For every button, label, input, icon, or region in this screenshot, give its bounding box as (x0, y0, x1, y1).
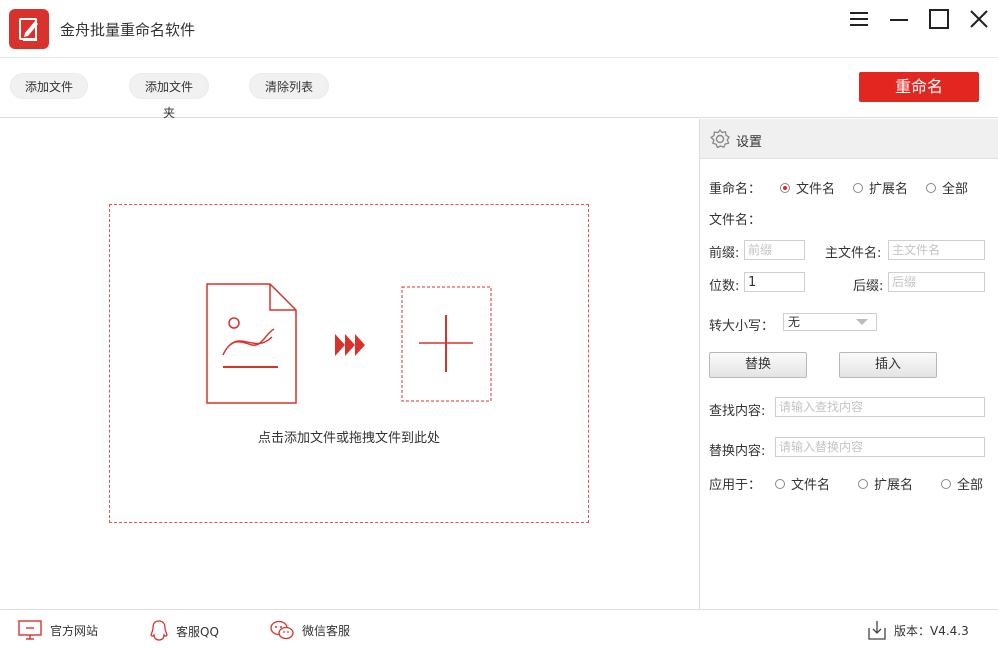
monitor-icon (18, 620, 42, 640)
apply-label: 应用于： (709, 478, 762, 493)
find-label: 查找内容: (709, 404, 766, 419)
insert-mode-button[interactable]: 插入 (839, 352, 937, 378)
filename-section-label: 文件名： (709, 213, 762, 228)
status-bar: 官方网站 客服QQ 微信客服 版本：V4.4.3 (0, 609, 998, 649)
radio-label: 全部 (957, 478, 984, 493)
radio-label: 文件名 (796, 182, 836, 197)
mainname-label: 主文件名: (825, 246, 882, 261)
close-icon[interactable] (967, 7, 991, 31)
qq-penguin-icon (150, 620, 168, 641)
prefix-label: 前缀: (709, 246, 740, 261)
apply-radio-extension[interactable]: 扩展名 (858, 474, 913, 493)
document-icon (206, 283, 297, 404)
case-label: 转大小写： (709, 319, 775, 334)
rename-button[interactable]: 重命名 (859, 72, 979, 102)
arrows-icon (335, 334, 365, 356)
website-link[interactable]: 官方网站 (18, 620, 98, 640)
wechat-link[interactable]: 微信客服 (270, 620, 350, 640)
wechat-icon (270, 620, 294, 640)
download-icon (868, 621, 886, 640)
find-input[interactable] (775, 397, 985, 417)
rename-radio-filename[interactable]: 文件名 (780, 178, 835, 197)
digits-input[interactable] (744, 272, 805, 292)
mainname-input[interactable] (888, 240, 985, 260)
settings-title: 设置 (736, 135, 763, 150)
toolbar: 添加文件 添加文件夹 清除列表 重命名 (0, 59, 998, 120)
file-list-area[interactable]: 点击添加文件或拖拽文件到此处 (0, 119, 699, 609)
case-select[interactable]: 无 (783, 313, 877, 331)
app-logo-icon (9, 9, 49, 49)
suffix-input[interactable] (888, 272, 985, 292)
drop-zone[interactable]: 点击添加文件或拖拽文件到此处 (109, 204, 589, 523)
qq-label: 客服QQ (176, 624, 219, 639)
title-bar: 金舟批量重命名软件 (0, 0, 998, 58)
add-plus-icon[interactable] (401, 286, 493, 402)
add-file-button[interactable]: 添加文件 (10, 73, 88, 99)
qq-link[interactable]: 客服QQ (150, 620, 219, 642)
apply-radio-filename[interactable]: 文件名 (775, 474, 830, 493)
settings-header: 设置 (700, 119, 998, 159)
case-select-value: 无 (788, 315, 801, 329)
radio-label: 文件名 (791, 478, 831, 493)
digits-label: 位数: (709, 279, 740, 294)
version-info[interactable]: 版本：V4.4.3 (868, 620, 969, 640)
minimize-icon[interactable] (887, 7, 911, 31)
replace-input[interactable] (775, 437, 985, 457)
replace-label: 替换内容: (709, 444, 766, 459)
version-label: 版本：V4.4.3 (894, 623, 969, 638)
maximize-icon[interactable] (927, 7, 951, 31)
wechat-label: 微信客服 (302, 623, 351, 638)
clear-list-button[interactable]: 清除列表 (249, 73, 329, 99)
replace-mode-button[interactable]: 替换 (709, 352, 807, 378)
chevron-down-icon (856, 319, 868, 325)
suffix-label: 后缀: (853, 279, 884, 294)
gear-icon (710, 129, 730, 149)
add-folder-button[interactable]: 添加文件夹 (129, 73, 209, 120)
radio-label: 全部 (942, 182, 969, 197)
radio-label: 扩展名 (869, 182, 909, 197)
rename-mode-label: 重命名： (709, 182, 762, 197)
rename-radio-extension[interactable]: 扩展名 (853, 178, 908, 197)
website-label: 官方网站 (50, 623, 99, 638)
radio-label: 扩展名 (874, 478, 914, 493)
drop-hint: 点击添加文件或拖拽文件到此处 (257, 431, 440, 446)
app-title: 金舟批量重命名软件 (60, 21, 196, 39)
apply-radio-all[interactable]: 全部 (941, 474, 983, 493)
rename-radio-all[interactable]: 全部 (926, 178, 968, 197)
menu-icon[interactable] (847, 7, 871, 31)
prefix-input[interactable] (744, 240, 805, 260)
